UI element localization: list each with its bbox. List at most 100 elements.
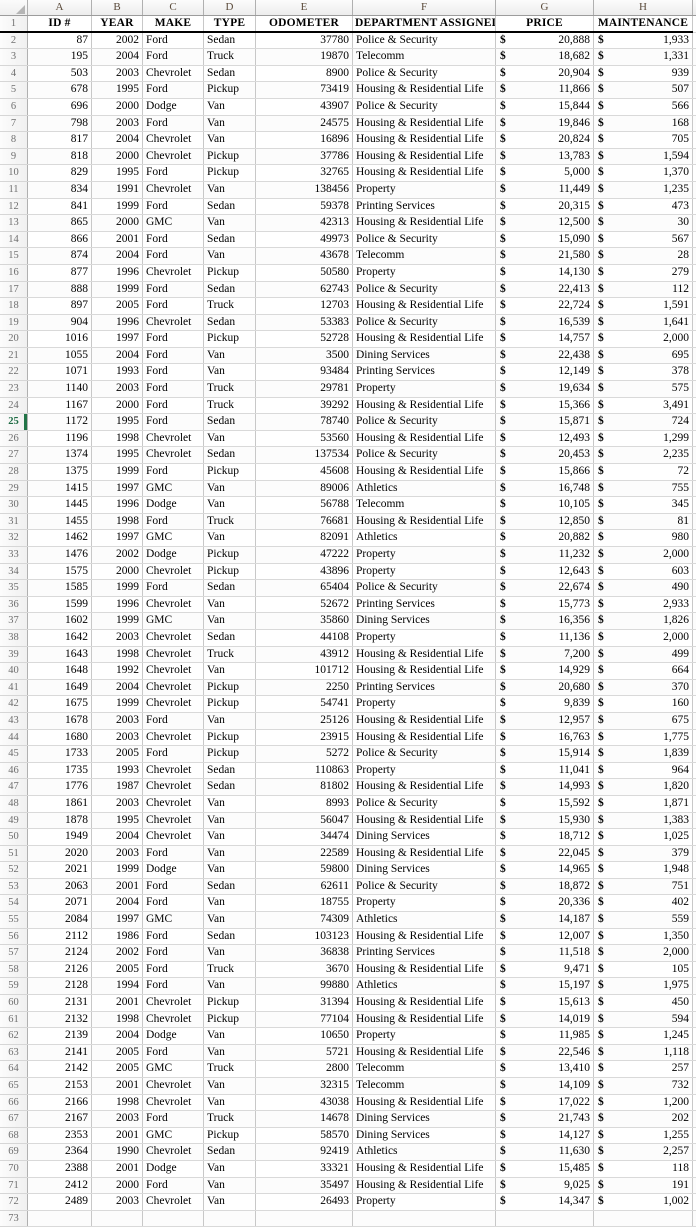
row-number-34[interactable]: 34 (0, 563, 28, 580)
cell-year[interactable]: 2005 (92, 746, 143, 763)
cell-year[interactable]: 1995 (92, 812, 143, 829)
cell-price[interactable]: $22,438 (496, 347, 594, 364)
cell-id[interactable]: 2489 (28, 1194, 92, 1211)
cell-maintenance[interactable]: $1,118 (594, 1044, 693, 1061)
cell-year[interactable] (92, 1210, 143, 1227)
cell-type[interactable]: Van (204, 497, 256, 514)
row-number-60[interactable]: 60 (0, 995, 28, 1012)
cell-type[interactable]: Pickup (204, 746, 256, 763)
cell-odometer[interactable]: 56788 (256, 497, 353, 514)
table-row[interactable]: 2110552004FordVan3500Dining Services$22,… (0, 347, 696, 364)
cell-maintenance[interactable]: $594 (594, 1011, 693, 1028)
cell-department[interactable]: Printing Services (353, 198, 496, 215)
cell-type[interactable]: Truck (204, 1061, 256, 1078)
cell-odometer[interactable]: 2800 (256, 1061, 353, 1078)
cell-id[interactable]: 2412 (28, 1177, 92, 1194)
cell-odometer[interactable]: 10650 (256, 1028, 353, 1045)
cell-odometer[interactable]: 43678 (256, 248, 353, 265)
cell-department[interactable]: Police & Security (353, 746, 496, 763)
table-row[interactable]: 6221392004DodgeVan10650Property$11,985$1… (0, 1028, 696, 1045)
table-row[interactable]: 2914151997GMCVan89006Athletics$16,748$75… (0, 480, 696, 497)
cell-id[interactable]: 696 (28, 98, 92, 115)
cell-odometer[interactable]: 5272 (256, 746, 353, 763)
cell-department[interactable]: Police & Security (353, 32, 496, 49)
cell-year[interactable]: 2000 (92, 397, 143, 414)
cell-price[interactable]: $13,783 (496, 148, 594, 165)
row-number-21[interactable]: 21 (0, 347, 28, 364)
cell-department[interactable]: Housing & Residential Life (353, 1094, 496, 1111)
cell-type[interactable]: Pickup (204, 696, 256, 713)
cell-price[interactable]: $15,930 (496, 812, 594, 829)
cell-price[interactable] (496, 1210, 594, 1227)
cell-type[interactable]: Van (204, 480, 256, 497)
cell-id[interactable]: 1415 (28, 480, 92, 497)
row-number-55[interactable]: 55 (0, 912, 28, 929)
cell-maintenance[interactable]: $695 (594, 347, 693, 364)
cell-odometer[interactable]: 138456 (256, 181, 353, 198)
cell-department[interactable]: Dining Services (353, 1111, 496, 1128)
cell-id[interactable]: 1878 (28, 812, 92, 829)
cell-department[interactable]: Property (353, 264, 496, 281)
cell-make[interactable]: Chevrolet (143, 646, 204, 663)
cell-maintenance[interactable]: $279 (594, 264, 693, 281)
row-number-28[interactable]: 28 (0, 464, 28, 481)
table-row[interactable]: 4818612003ChevroletVan8993Police & Secur… (0, 795, 696, 812)
table-row[interactable]: 73 (0, 1210, 696, 1227)
cell-id[interactable]: 865 (28, 215, 92, 232)
cell-type[interactable]: Pickup (204, 331, 256, 348)
table-row[interactable]: 5921281994FordVan99880Athletics$15,197$1… (0, 978, 696, 995)
cell-department[interactable]: Housing & Residential Life (353, 215, 496, 232)
cell-odometer[interactable]: 73419 (256, 82, 353, 99)
cell-odometer[interactable]: 59378 (256, 198, 353, 215)
cell-maintenance[interactable]: $118 (594, 1160, 693, 1177)
cell-maintenance[interactable]: $664 (594, 663, 693, 680)
cell-price[interactable]: $14,019 (496, 1011, 594, 1028)
cell-odometer[interactable]: 53383 (256, 314, 353, 331)
cell-odometer[interactable]: 92419 (256, 1144, 353, 1161)
row-number-73[interactable]: 73 (0, 1210, 28, 1227)
row-number-42[interactable]: 42 (0, 696, 28, 713)
cell-odometer[interactable]: 42313 (256, 215, 353, 232)
cell-department[interactable]: Housing & Residential Life (353, 812, 496, 829)
cell-year[interactable]: 2003 (92, 845, 143, 862)
cell-id[interactable]: 2153 (28, 1078, 92, 1095)
cell-make[interactable]: Ford (143, 32, 204, 49)
cell-type[interactable]: Sedan (204, 198, 256, 215)
cell-price[interactable]: $12,007 (496, 928, 594, 945)
cell-price[interactable]: $9,471 (496, 961, 594, 978)
cell-department[interactable]: Police & Security (353, 98, 496, 115)
cell-odometer[interactable]: 52672 (256, 596, 353, 613)
cell-department[interactable]: Housing & Residential Life (353, 464, 496, 481)
table-row[interactable]: 2813751999FordPickup45608Housing & Resid… (0, 464, 696, 481)
table-row[interactable]: 5721242002FordVan36838Printing Services$… (0, 945, 696, 962)
table-row[interactable]: 6421422005GMCTruck2800Telecomm$13,410$25… (0, 1061, 696, 1078)
cell-price[interactable]: $18,712 (496, 829, 594, 846)
cell-type[interactable]: Sedan (204, 762, 256, 779)
table-row[interactable]: 5520841997GMCVan74309Athletics$14,187$55… (0, 912, 696, 929)
cell-maintenance[interactable]: $567 (594, 231, 693, 248)
cell-odometer[interactable]: 35860 (256, 613, 353, 630)
row-number-61[interactable]: 61 (0, 1011, 28, 1028)
cell-odometer[interactable]: 45608 (256, 464, 353, 481)
row-number-56[interactable]: 56 (0, 928, 28, 945)
cell-id[interactable]: 798 (28, 115, 92, 132)
cell-year[interactable]: 2005 (92, 961, 143, 978)
cell-year[interactable]: 2000 (92, 98, 143, 115)
cell-make[interactable]: Dodge (143, 98, 204, 115)
cell-year[interactable]: 2004 (92, 132, 143, 149)
cell-odometer[interactable]: 52728 (256, 331, 353, 348)
cell-id[interactable]: 877 (28, 264, 92, 281)
cell-maintenance[interactable]: $1,255 (594, 1127, 693, 1144)
cell-maintenance[interactable]: $499 (594, 646, 693, 663)
cell-year[interactable]: 2005 (92, 1044, 143, 1061)
cell-price[interactable]: $20,336 (496, 895, 594, 912)
cell-odometer[interactable]: 36838 (256, 945, 353, 962)
cell-odometer[interactable]: 58570 (256, 1127, 353, 1144)
cell-id[interactable]: 1375 (28, 464, 92, 481)
cell-year[interactable]: 2004 (92, 347, 143, 364)
cell-type[interactable]: Van (204, 596, 256, 613)
column-header-h[interactable]: H (594, 0, 693, 16)
cell-odometer[interactable]: 31394 (256, 995, 353, 1012)
cell-department[interactable]: Telecomm (353, 49, 496, 66)
table-row[interactable]: 3014451996DodgeVan56788Telecomm$10,105$3… (0, 497, 696, 514)
